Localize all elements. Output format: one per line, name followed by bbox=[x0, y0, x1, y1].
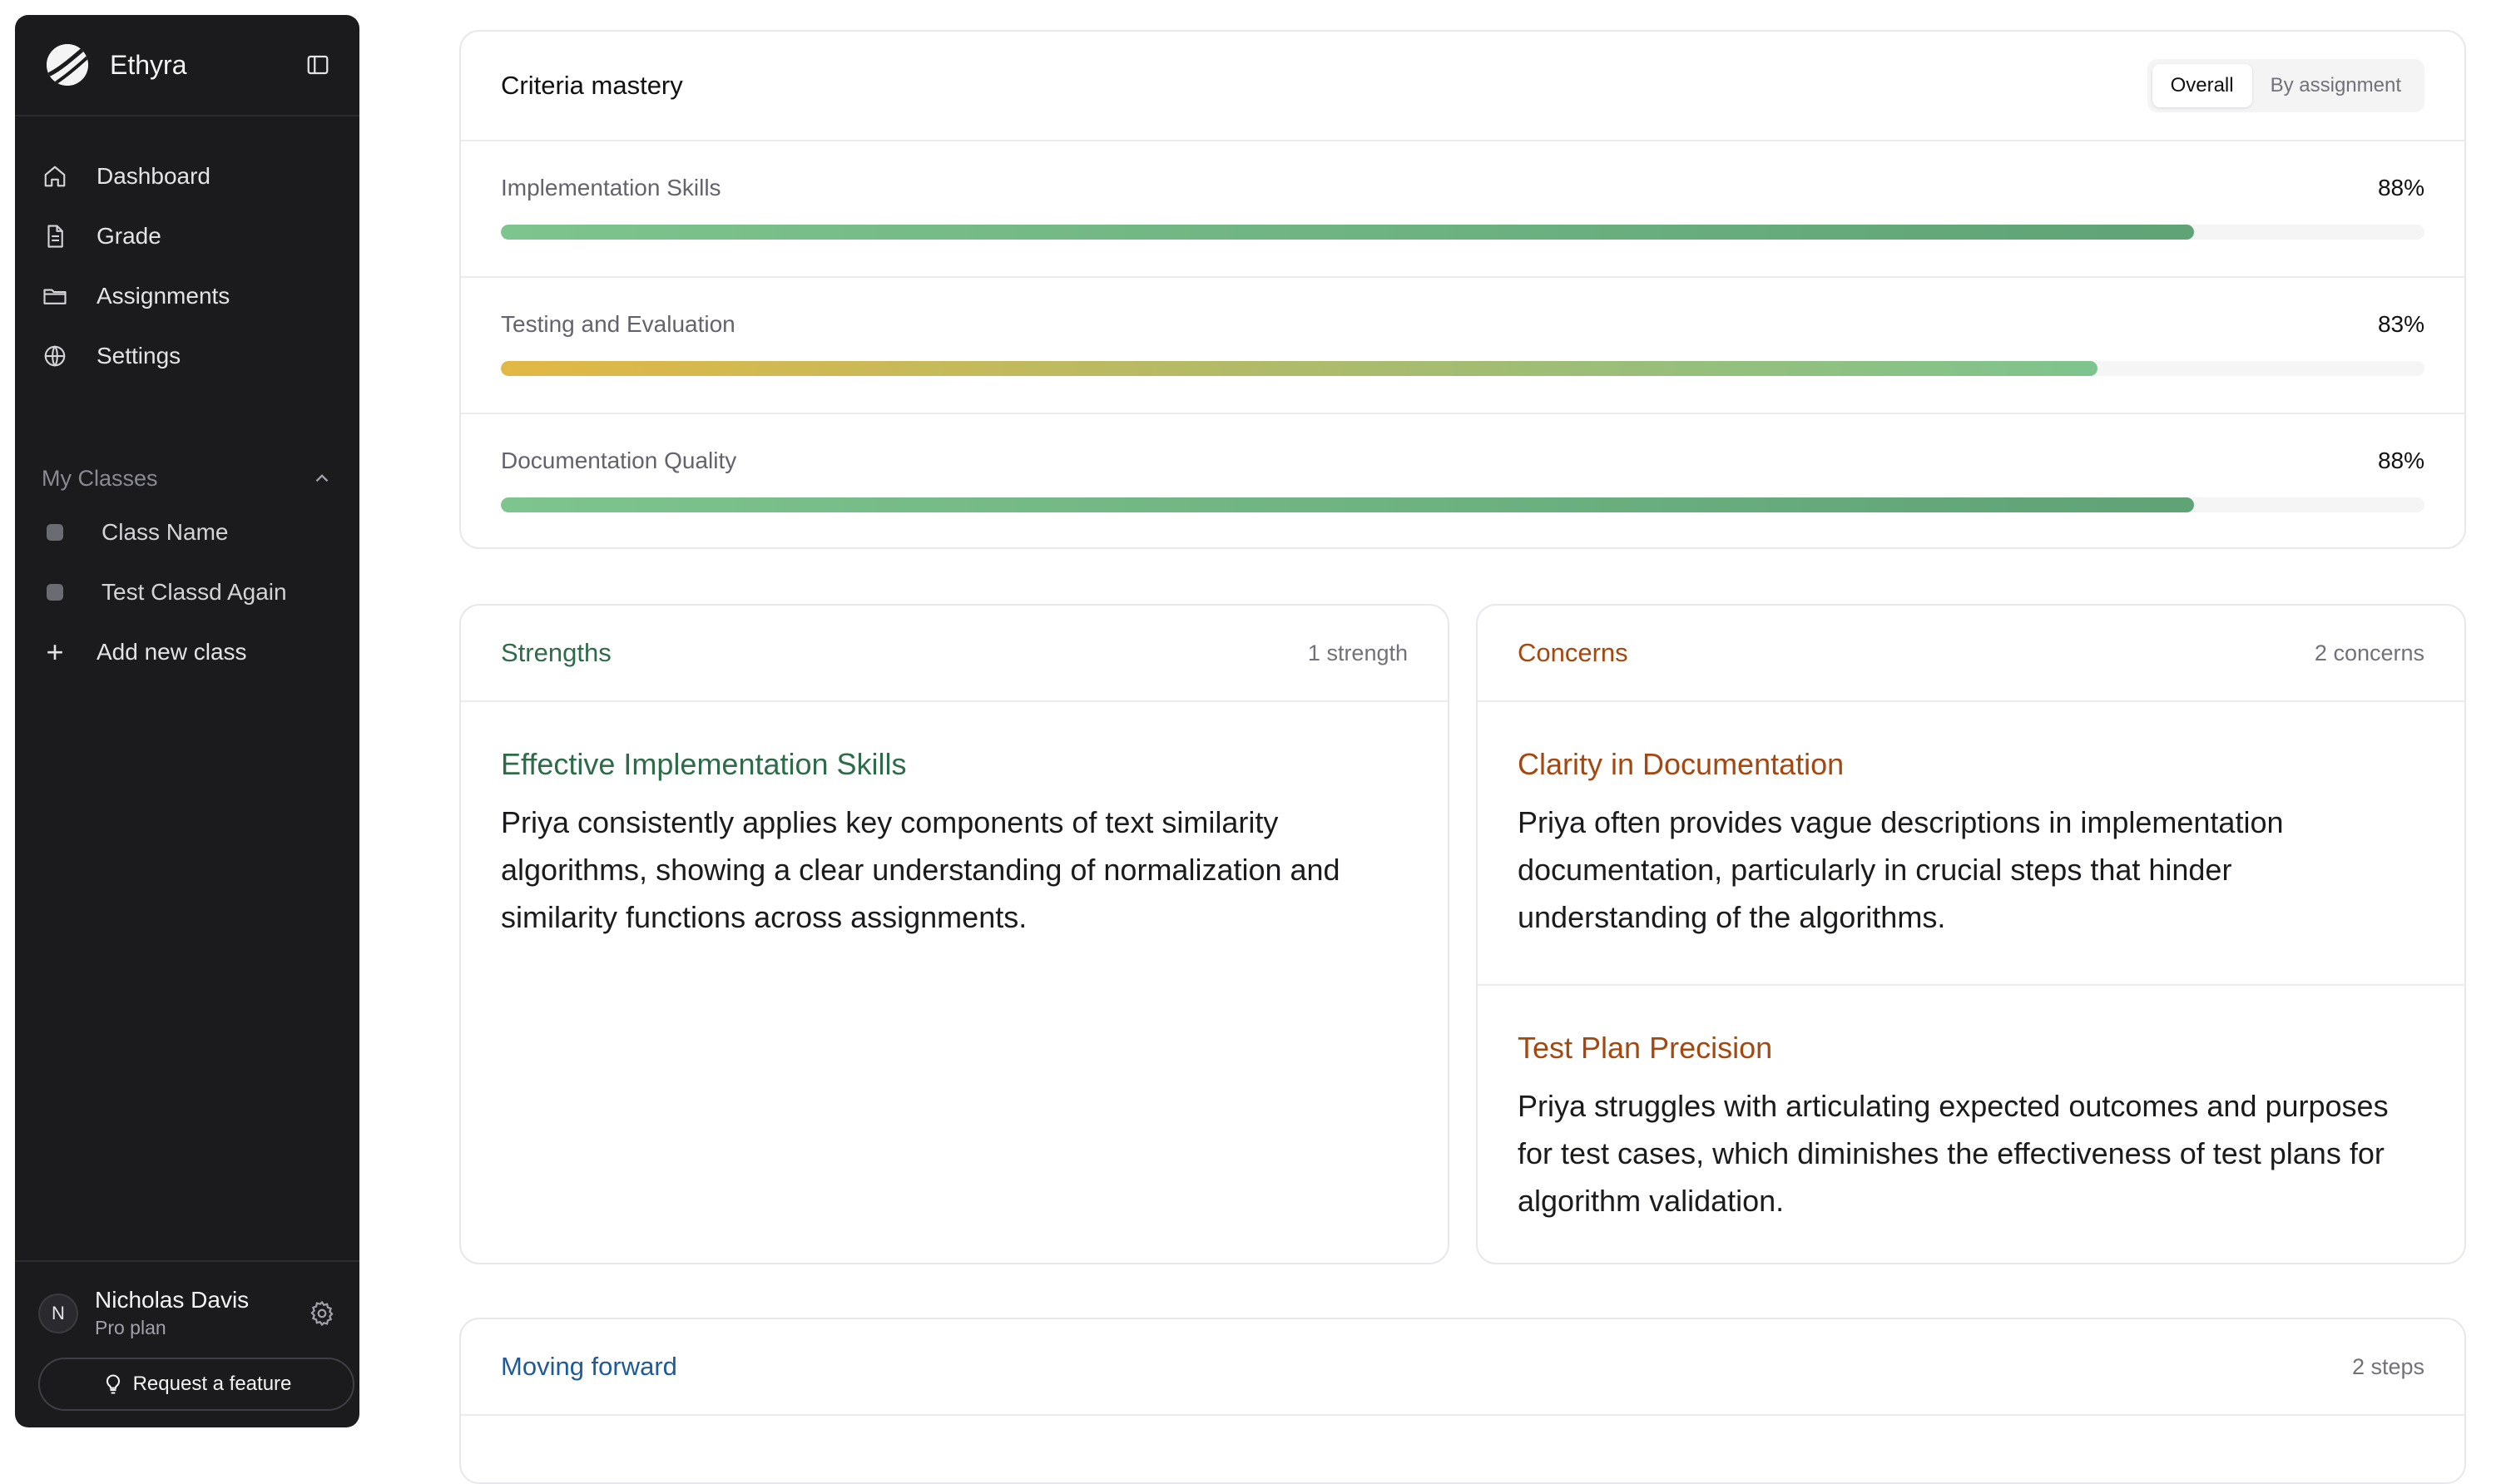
strength-title: Effective Implementation Skills bbox=[501, 747, 907, 781]
class-item-label: Test Classd Again bbox=[102, 579, 287, 605]
document-icon bbox=[42, 223, 68, 250]
moving-forward-card: Moving forward 2 steps bbox=[459, 1318, 2466, 1484]
criterion-name: Documentation Quality bbox=[501, 448, 737, 473]
criterion-percent: 88% bbox=[2377, 175, 2424, 200]
criterion-row: Documentation Quality 88% bbox=[461, 414, 2464, 551]
view-toggle: Overall By assignment bbox=[2147, 59, 2424, 112]
sidebar: Ethyra Dashboard Grade Assignments Setti… bbox=[15, 15, 359, 1427]
criterion-percent: 88% bbox=[2377, 448, 2424, 473]
ethyra-logo-icon bbox=[47, 44, 88, 86]
sidebar-toggle-icon bbox=[307, 55, 329, 75]
user-plan: Pro plan bbox=[95, 1317, 166, 1338]
class-color-dot bbox=[47, 584, 63, 601]
concerns-count: 2 concerns bbox=[2314, 640, 2424, 665]
nav-item-grade[interactable]: Grade bbox=[15, 206, 359, 266]
nav-item-label: Grade bbox=[97, 223, 161, 249]
brand-name: Ethyra bbox=[110, 49, 187, 80]
nav-item-label: Settings bbox=[97, 343, 181, 369]
user-info: Nicholas Davis Pro plan bbox=[95, 1287, 308, 1339]
folder-icon bbox=[42, 283, 68, 309]
gear-icon[interactable] bbox=[308, 1299, 336, 1328]
strengths-header: Strengths 1 strength bbox=[461, 606, 1448, 702]
toggle-by-assignment[interactable]: By assignment bbox=[2252, 64, 2419, 107]
plus-icon: + bbox=[46, 635, 64, 669]
criterion-percent: 83% bbox=[2377, 311, 2424, 337]
nav-item-label: Assignments bbox=[97, 283, 230, 309]
progress-track bbox=[501, 497, 2424, 512]
strengths-title: Strengths bbox=[501, 638, 612, 667]
concern-item: Clarity in Documentation Priya often pro… bbox=[1478, 702, 2464, 984]
criteria-mastery-title: Criteria mastery bbox=[501, 71, 683, 100]
criterion-name: Implementation Skills bbox=[501, 175, 721, 200]
lightbulb-icon bbox=[106, 1374, 120, 1394]
request-feature-label: Request a feature bbox=[132, 1373, 292, 1395]
class-color-dot bbox=[47, 524, 63, 541]
progress-fill bbox=[501, 497, 2194, 512]
concern-body: Priya struggles with articulating expect… bbox=[1518, 1089, 2389, 1218]
add-class-button[interactable]: + Add new class bbox=[15, 622, 359, 682]
home-icon bbox=[42, 163, 68, 190]
concerns-card: Concerns 2 concerns Clarity in Documenta… bbox=[1476, 604, 2466, 1264]
progress-track bbox=[501, 225, 2424, 240]
strengths-card: Strengths 1 strength Effective Implement… bbox=[459, 604, 1449, 1264]
add-class-label: Add new class bbox=[97, 639, 247, 665]
criterion-name: Testing and Evaluation bbox=[501, 311, 735, 337]
request-feature-button[interactable]: Request a feature bbox=[38, 1358, 354, 1411]
moving-forward-count: 2 steps bbox=[2351, 1353, 2424, 1379]
user-profile[interactable]: N Nicholas Davis Pro plan bbox=[38, 1287, 346, 1339]
user-name: Nicholas Davis bbox=[95, 1287, 250, 1313]
main-nav: Dashboard Grade Assignments Settings bbox=[15, 116, 359, 386]
criterion-row: Implementation Skills 88% bbox=[461, 141, 2464, 278]
my-classes-toggle[interactable]: My Classes bbox=[15, 454, 359, 502]
concerns-header: Concerns 2 concerns bbox=[1478, 606, 2464, 702]
strength-body: Priya consistently applies key component… bbox=[501, 805, 1340, 934]
progress-fill bbox=[501, 361, 2097, 376]
toggle-overall[interactable]: Overall bbox=[2152, 64, 2252, 107]
progress-fill bbox=[501, 225, 2194, 240]
avatar: N bbox=[38, 1293, 78, 1333]
nav-item-dashboard[interactable]: Dashboard bbox=[15, 146, 359, 206]
nav-item-settings[interactable]: Settings bbox=[15, 326, 359, 386]
globe-icon bbox=[42, 343, 68, 369]
concern-title: Test Plan Precision bbox=[1518, 1031, 1773, 1065]
nav-item-assignments[interactable]: Assignments bbox=[15, 266, 359, 326]
concern-item: Test Plan Precision Priya struggles with… bbox=[1478, 984, 2464, 1268]
class-item[interactable]: Class Name bbox=[15, 502, 359, 562]
progress-track bbox=[501, 361, 2424, 376]
my-classes-heading: My Classes bbox=[42, 465, 158, 491]
criteria-mastery-header: Criteria mastery Overall By assignment bbox=[461, 32, 2464, 141]
sidebar-footer: N Nicholas Davis Pro plan Request a feat… bbox=[15, 1260, 359, 1427]
sidebar-header: Ethyra bbox=[15, 15, 359, 116]
class-item-label: Class Name bbox=[102, 519, 229, 545]
criteria-mastery-card: Criteria mastery Overall By assignment I… bbox=[459, 30, 2466, 549]
strength-item: Effective Implementation Skills Priya co… bbox=[461, 702, 1448, 984]
sidebar-toggle-button[interactable] bbox=[301, 48, 334, 82]
concerns-title: Concerns bbox=[1518, 638, 1628, 667]
moving-forward-title: Moving forward bbox=[501, 1352, 677, 1381]
moving-forward-header: Moving forward 2 steps bbox=[461, 1319, 2464, 1416]
chevron-up-icon bbox=[315, 474, 329, 482]
criterion-row: Testing and Evaluation 83% bbox=[461, 278, 2464, 414]
concern-body: Priya often provides vague descriptions … bbox=[1518, 805, 2284, 934]
class-item[interactable]: Test Classd Again bbox=[15, 562, 359, 622]
strengths-count: 1 strength bbox=[1307, 640, 1408, 665]
nav-item-label: Dashboard bbox=[97, 163, 210, 189]
concern-title: Clarity in Documentation bbox=[1518, 747, 1845, 781]
